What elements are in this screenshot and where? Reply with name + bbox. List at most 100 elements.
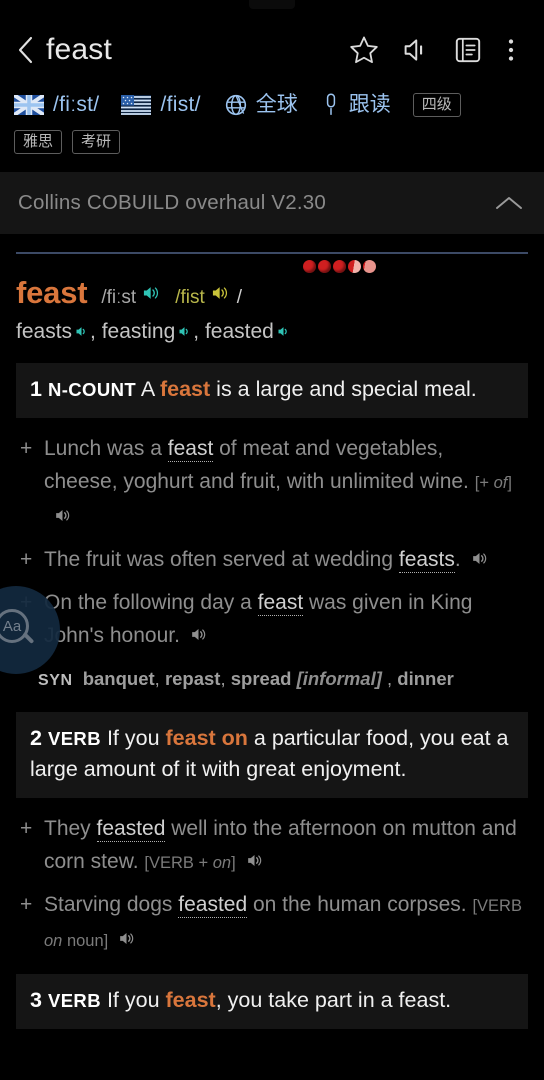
definition-text: , you take part in a feast. xyxy=(215,988,452,1012)
example-body: Lunch was a feast of meat and vegetables… xyxy=(44,432,522,535)
example-keyword: feasted xyxy=(96,817,166,842)
example-speaker-icon[interactable] xyxy=(117,925,136,958)
us-phonetic[interactable]: /fist/ xyxy=(160,90,200,120)
grammar-note: [+ of] xyxy=(474,474,512,492)
page-title: feast xyxy=(46,33,113,66)
definition-text: If you xyxy=(106,726,166,750)
sense-definition: 3 VERB If you feast, you take part in a … xyxy=(16,974,528,1029)
sense-list: 1 N-COUNT A feast is a large and special… xyxy=(16,363,528,1029)
inflection-speaker-icon[interactable] xyxy=(276,319,291,347)
example-bullet-icon: + xyxy=(20,437,33,460)
pronunciation-row: /fiːst/ /fist/ 全球 跟读 四级 xyxy=(14,90,530,120)
exam-badge-cet4[interactable]: 四级 xyxy=(412,93,461,117)
rating-dot xyxy=(363,260,376,273)
sense-text: 3 VERB If you feast, you take part in a … xyxy=(30,985,512,1016)
status-bar xyxy=(0,0,544,14)
example-keyword: feast xyxy=(167,437,214,462)
dictionary-entry: feast /fiːst /fist / feasts, feasting, f… xyxy=(0,252,544,1029)
synonyms-label: SYN xyxy=(38,672,73,689)
speaker-icon xyxy=(404,39,423,61)
global-pronunciation-link[interactable]: 全球 xyxy=(256,90,298,120)
inflection-word: feasting xyxy=(101,320,176,343)
definition-text: If you xyxy=(106,988,166,1012)
definition-text: A xyxy=(140,377,160,401)
example-speaker-icon[interactable] xyxy=(245,847,264,880)
chevron-up-icon[interactable] xyxy=(494,194,524,212)
example-item: + Lunch was a feast of meat and vegetable… xyxy=(20,424,522,535)
uk-phonetic[interactable]: /fiːst/ xyxy=(53,90,99,120)
wordbook-button[interactable] xyxy=(442,26,494,74)
example-bullet-icon: + xyxy=(20,548,33,571)
rating-dot xyxy=(318,260,331,273)
status-notch xyxy=(249,0,295,9)
inflection-speaker-icon[interactable] xyxy=(74,319,89,347)
rating-dot xyxy=(333,260,346,273)
synonym-register-tag: [informal] xyxy=(296,668,382,689)
globe-icon xyxy=(225,94,246,116)
part-of-speech: VERB xyxy=(47,990,101,1011)
entry-us-phonetic: /fist xyxy=(175,287,205,308)
definition-text: is a large and special meal. xyxy=(210,377,477,401)
font-size-magnifier-icon: Aa xyxy=(0,607,39,653)
synonym-word[interactable]: dinner xyxy=(397,668,454,689)
favorite-button[interactable] xyxy=(338,26,390,74)
example-body: The fruit was often served at wedding fe… xyxy=(44,543,522,578)
example-text: They xyxy=(44,817,97,840)
synonym-word[interactable]: spread [informal] xyxy=(231,668,382,689)
inflection-word: feasts xyxy=(16,320,73,343)
synonyms-row: SYN banquet, repast, spread [informal] , … xyxy=(38,668,454,689)
entry-headline: feast /fiːst /fist / xyxy=(16,275,528,311)
sense-number: 3 xyxy=(30,988,42,1012)
sense-text: 1 N-COUNT A feast is a large and special… xyxy=(30,374,512,405)
part-of-speech: N-COUNT xyxy=(47,379,137,400)
sense-text: 2 VERB If you feast on a particular food… xyxy=(30,723,512,785)
example-bullet-icon: + xyxy=(20,893,33,916)
dictionary-screen: feast /fiːst/ /fist/ 全球 跟读 四级 雅思 考研 Coll… xyxy=(0,0,544,1080)
pronounce-button[interactable] xyxy=(390,26,442,74)
example-list: + They feasted well into the afternoon on… xyxy=(16,798,528,958)
us-flag-icon xyxy=(121,95,152,115)
example-keyword: feast xyxy=(257,591,304,616)
fab-label: Aa xyxy=(2,617,22,635)
example-speaker-icon[interactable] xyxy=(53,502,72,535)
exam-badge-ielts[interactable]: 雅思 xyxy=(14,130,63,154)
example-item: + They feasted well into the afternoon on… xyxy=(20,804,522,880)
app-header: feast xyxy=(0,14,544,86)
example-speaker-icon[interactable] xyxy=(189,621,208,654)
example-item: + The fruit was often served at wedding f… xyxy=(20,535,522,578)
definition-keyword: feast xyxy=(159,377,211,401)
chevron-left-icon xyxy=(18,36,33,64)
definition-keyword: feast xyxy=(165,988,216,1012)
uk-speaker-icon[interactable] xyxy=(141,283,161,308)
more-options-button[interactable] xyxy=(494,26,528,74)
collins-section-header[interactable]: Collins COBUILD overhaul V2.30 xyxy=(0,172,544,234)
synonym-word[interactable]: repast xyxy=(165,668,221,689)
exam-badge-kaoyan[interactable]: 考研 xyxy=(72,130,121,154)
grammar-note: [VERB + on] xyxy=(144,854,236,872)
example-bullet-icon: + xyxy=(20,817,33,840)
example-keyword: feasts xyxy=(398,548,455,573)
inflections-row: feasts, feasting, feasted xyxy=(16,318,528,347)
back-button[interactable] xyxy=(10,28,40,72)
inflection-speaker-icon[interactable] xyxy=(177,319,192,347)
example-text: Starving dogs xyxy=(44,893,179,916)
rating-dot xyxy=(348,260,361,273)
follow-read-link[interactable]: 跟读 xyxy=(349,90,391,120)
example-text: On the following day a xyxy=(44,591,258,614)
frequency-rating xyxy=(16,254,528,273)
inflection-separator: , xyxy=(193,320,205,343)
part-of-speech: VERB xyxy=(47,728,101,749)
example-speaker-icon[interactable] xyxy=(470,545,489,578)
synonym-word[interactable]: banquet xyxy=(83,668,155,689)
collins-section-title: Collins COBUILD overhaul V2.30 xyxy=(18,191,326,214)
uk-flag-icon xyxy=(14,95,44,115)
definition-text: a particular food, you eat a large amoun… xyxy=(30,726,509,781)
example-body: On the following day a feast was given i… xyxy=(44,586,522,654)
us-speaker-icon[interactable] xyxy=(210,283,230,308)
example-body: They feasted well into the afternoon on … xyxy=(44,812,522,880)
sense-definition: 2 VERB If you feast on a particular food… xyxy=(16,712,528,798)
inflection-word: feasted xyxy=(204,320,274,343)
example-keyword: feasted xyxy=(178,893,248,918)
example-body: Starving dogs feasted on the human corps… xyxy=(44,888,522,958)
sense-number: 1 xyxy=(30,377,42,401)
